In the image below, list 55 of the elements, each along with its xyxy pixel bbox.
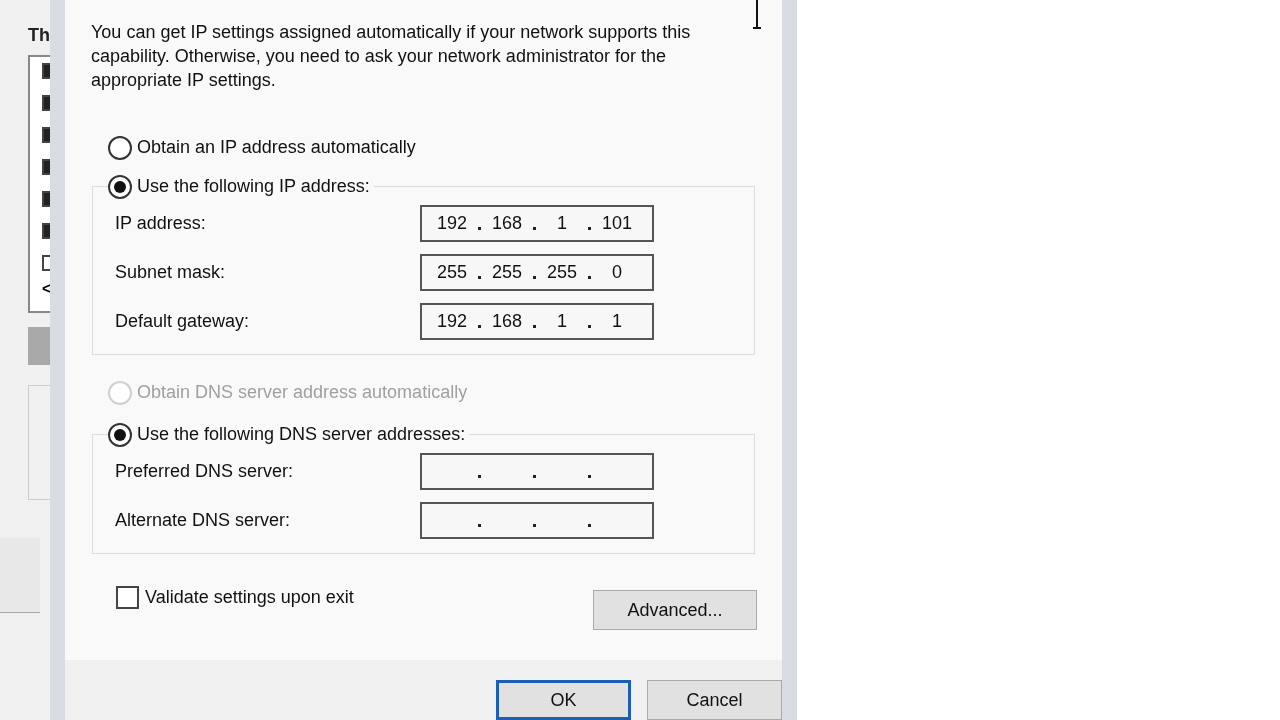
octet: 101: [601, 212, 632, 235]
field-label: IP address:: [114, 212, 207, 235]
dot-separator-icon: [588, 227, 591, 230]
dot-separator-icon: [478, 276, 481, 279]
octet: 192: [436, 310, 467, 333]
octet: 168: [491, 212, 522, 235]
field-label: Subnet mask:: [114, 261, 227, 284]
dot-separator-icon: [533, 475, 536, 478]
dialog-button[interactable]: Cancel: [647, 680, 782, 720]
field-label: Default gateway:: [114, 310, 251, 333]
radio-label: Use the following DNS server addresses:: [137, 423, 466, 446]
ip-input-field[interactable]: 255 255 255 0: [420, 254, 654, 291]
octet: 1: [557, 212, 567, 235]
field-label: Alternate DNS server:: [114, 509, 292, 532]
octet: 255: [436, 261, 467, 284]
button[interactable]: [28, 327, 50, 365]
dot-separator-icon: [478, 475, 481, 478]
dot-separator-icon: [588, 325, 591, 328]
radio-button[interactable]: [108, 174, 132, 199]
radio-label: Use the following IP address:: [137, 175, 370, 198]
dot-separator-icon: [533, 227, 536, 230]
dot-separator-icon: [533, 325, 536, 328]
radio-label: Obtain DNS server address automatically: [137, 381, 468, 404]
ip-input-field[interactable]: 192 168 1 101: [420, 205, 654, 242]
octet: 1: [612, 310, 622, 333]
list-box[interactable]: <: [28, 55, 50, 313]
octet: 192: [436, 212, 467, 235]
ip-input-field[interactable]: [420, 453, 654, 490]
dot-separator-icon: [478, 227, 481, 230]
dot-separator-icon: [533, 276, 536, 279]
scroll-arrow[interactable]: <: [42, 281, 50, 297]
radio-label: Obtain an IP address automatically: [137, 136, 416, 159]
dialog-button[interactable]: OK: [496, 680, 631, 720]
octet: 1: [557, 310, 567, 333]
window-text: Th: [28, 24, 50, 47]
radio-button[interactable]: [108, 135, 132, 160]
checkbox-label: Validate settings upon exit: [145, 586, 354, 609]
dot-separator-icon: [588, 475, 591, 478]
octet: 255: [546, 261, 577, 284]
dot-separator-icon: [588, 276, 591, 279]
field-label: Preferred DNS server:: [114, 460, 295, 483]
radio-button[interactable]: [108, 422, 132, 447]
checkbox[interactable]: [116, 586, 139, 609]
octet: 0: [612, 261, 622, 284]
ip-input-field[interactable]: [420, 502, 654, 539]
dot-separator-icon: [588, 524, 591, 527]
description-text: You can get IP settings assigned automatically if your network supports this capability. Otherwise, you need to ask your network administrator for the appropriate IP settings.: [90, 21, 692, 92]
octet: 168: [491, 310, 522, 333]
octet: 255: [491, 261, 522, 284]
advanced-button[interactable]: Advanced...: [593, 590, 757, 630]
dot-separator-icon: [478, 524, 481, 527]
text-cursor-icon: [752, 0, 762, 30]
dot-separator-icon: [533, 524, 536, 527]
ip-input-field[interactable]: 192 168 1 1: [420, 303, 654, 340]
dot-separator-icon: [478, 325, 481, 328]
